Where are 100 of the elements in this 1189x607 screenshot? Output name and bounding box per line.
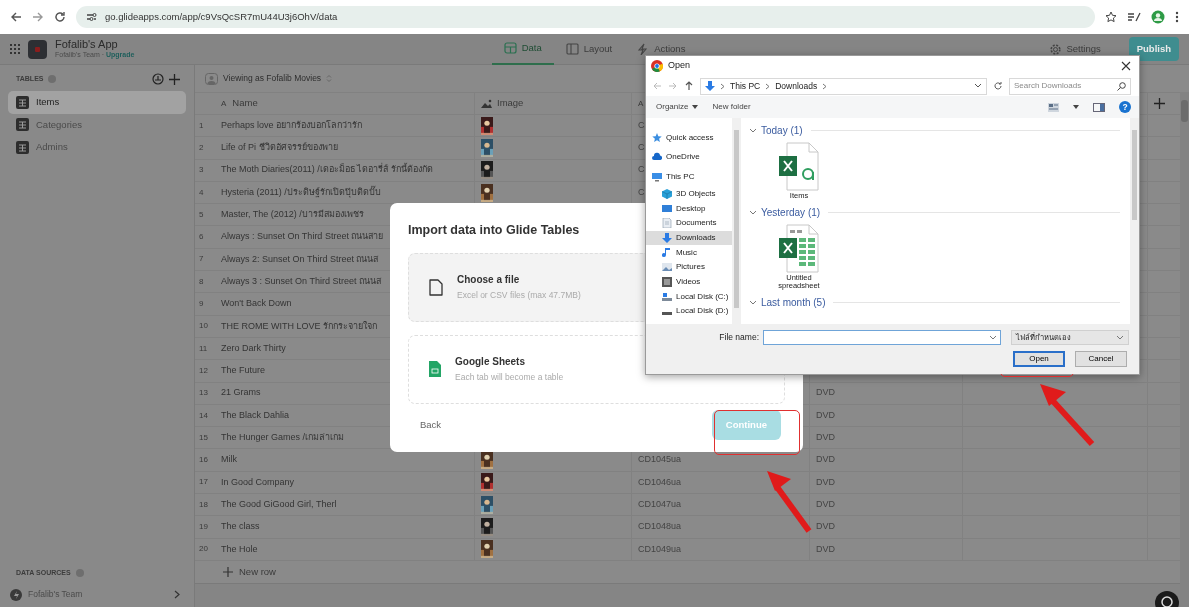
viewing-as-label[interactable]: Viewing as Fofalib Movies (223, 72, 322, 85)
scrollbar-thumb[interactable] (1132, 130, 1137, 220)
preview-pane-icon[interactable] (1093, 102, 1105, 112)
bolt-icon (636, 43, 650, 55)
table-cell: CD1049ua (632, 538, 810, 560)
table-icon (503, 42, 517, 54)
row-number: 10 (198, 320, 209, 333)
download-icon (662, 232, 672, 243)
search-input[interactable]: Search Downloads (1014, 80, 1117, 92)
search-icon (1117, 81, 1126, 91)
address-bar[interactable]: This PC Downloads (700, 77, 987, 95)
sidebar-item[interactable]: Items (8, 91, 186, 114)
sheets-icon (429, 361, 441, 378)
row-number: 14 (198, 409, 209, 422)
field-label: File name: (719, 331, 759, 344)
row-number: 7 (198, 253, 205, 266)
new-folder-button[interactable]: New folder (712, 101, 751, 113)
app-logo-icon (28, 39, 47, 59)
table-cell: The Good GiGood Girl, Therl (215, 494, 475, 516)
group-heading[interactable]: Today (1) (761, 123, 803, 138)
group-heading[interactable]: Yesterday (1) (761, 204, 821, 220)
row-number: 6 (198, 231, 205, 244)
table-cell: DVD (810, 427, 963, 449)
address-bar[interactable]: go.glideapps.com/app/c9VsQcSR7mU44U3j6OhV/data (76, 6, 1095, 28)
view-options-icon[interactable] (1048, 102, 1059, 112)
nav-item[interactable]: Documents (646, 215, 732, 231)
row-number: 4 (198, 186, 205, 199)
file-name-field[interactable] (763, 330, 1001, 345)
forward-icon[interactable] (32, 11, 44, 23)
dropdown-icon (1116, 335, 1124, 340)
search-field[interactable]: Search Downloads (1009, 77, 1131, 95)
info-icon (48, 75, 57, 83)
chevron-down-icon[interactable] (749, 209, 757, 215)
add-column-icon[interactable] (1154, 98, 1165, 109)
organize-menu[interactable]: Organize (656, 101, 699, 113)
chevron-right-icon (822, 82, 828, 90)
nav-item[interactable]: Downloads (646, 230, 732, 246)
film-icon (662, 276, 672, 287)
site-settings-icon[interactable] (86, 12, 97, 22)
caret-icon[interactable] (1073, 105, 1079, 109)
chevron-down-icon[interactable] (749, 299, 757, 305)
reload-icon[interactable] (54, 11, 66, 23)
chevron-down-icon[interactable] (749, 128, 757, 133)
spreadsheet-file-icon (777, 223, 821, 274)
spreadsheet-file-icon (777, 142, 821, 192)
row-number: 13 (198, 387, 209, 400)
row-number: 16 (198, 454, 209, 467)
scrollbar-thumb[interactable] (734, 130, 739, 308)
scrollbar-thumb[interactable] (1181, 100, 1188, 122)
nav-item[interactable]: Pictures (646, 259, 732, 275)
table-icon (16, 118, 29, 132)
app-name: Fofalib's App (55, 37, 119, 50)
table-cell: The Hole (215, 538, 475, 560)
nav-item[interactable]: Desktop (646, 201, 732, 216)
nav-item[interactable]: Local Disk (C:) (646, 289, 732, 304)
nav-item[interactable]: Videos (646, 274, 732, 290)
person-icon (205, 72, 218, 85)
dialog-button[interactable]: Open (1013, 351, 1065, 367)
table-cell: Life of Pi ชีวิตอัศจรรย์ของพาย (215, 137, 475, 159)
add-icon (223, 566, 233, 577)
caret-icon (692, 105, 699, 109)
up-icon[interactable] (684, 81, 694, 91)
chevron-right-icon (720, 82, 725, 90)
row-number: 2 (198, 141, 205, 154)
source-icon (10, 588, 22, 601)
close-icon[interactable] (1121, 61, 1131, 71)
image-type-icon (481, 99, 492, 108)
info-icon (75, 569, 84, 577)
table-cell: DVD (810, 538, 963, 560)
extension-icon[interactable] (1127, 11, 1141, 23)
settings-icon (1050, 43, 1062, 55)
cube-icon (662, 188, 672, 199)
back-icon[interactable] (10, 11, 22, 23)
menu-icon[interactable] (1175, 11, 1179, 23)
dialog-button[interactable]: Cancel (1075, 351, 1127, 367)
table-cell: The class (215, 516, 475, 538)
row-number: 19 (198, 521, 209, 533)
table-cell: CD1048ua (632, 516, 810, 538)
star-icon[interactable] (1105, 11, 1117, 23)
refresh-icon[interactable] (993, 81, 1003, 91)
help-button[interactable]: ? (1119, 101, 1131, 113)
row-number: 12 (198, 364, 209, 377)
filter-icon[interactable] (152, 73, 164, 85)
dropdown-icon[interactable] (974, 83, 982, 89)
add-icon[interactable] (169, 73, 180, 85)
nav-item[interactable]: 3D Objects (646, 186, 732, 202)
music-note-icon (662, 247, 672, 258)
image-icon (662, 262, 672, 273)
horizontal-scrollbar[interactable] (195, 582, 1180, 607)
apps-grid-icon[interactable] (10, 44, 20, 54)
star-icon (652, 132, 662, 143)
file-icon (429, 278, 443, 296)
avatar-icon[interactable] (1151, 10, 1165, 24)
table-cell: DVD (810, 471, 963, 494)
table-icon (16, 140, 29, 154)
table-cell: The Moth Diaries(2011) /เดอะม็อธ ไดอารี่ส์ รักนี้ต้องกัด (215, 159, 475, 181)
row-number: 18 (198, 498, 209, 511)
row-number: 1 (198, 119, 205, 132)
nav-item[interactable]: Local Disk (D:) (646, 304, 732, 319)
table-cell: DVD (810, 449, 963, 471)
